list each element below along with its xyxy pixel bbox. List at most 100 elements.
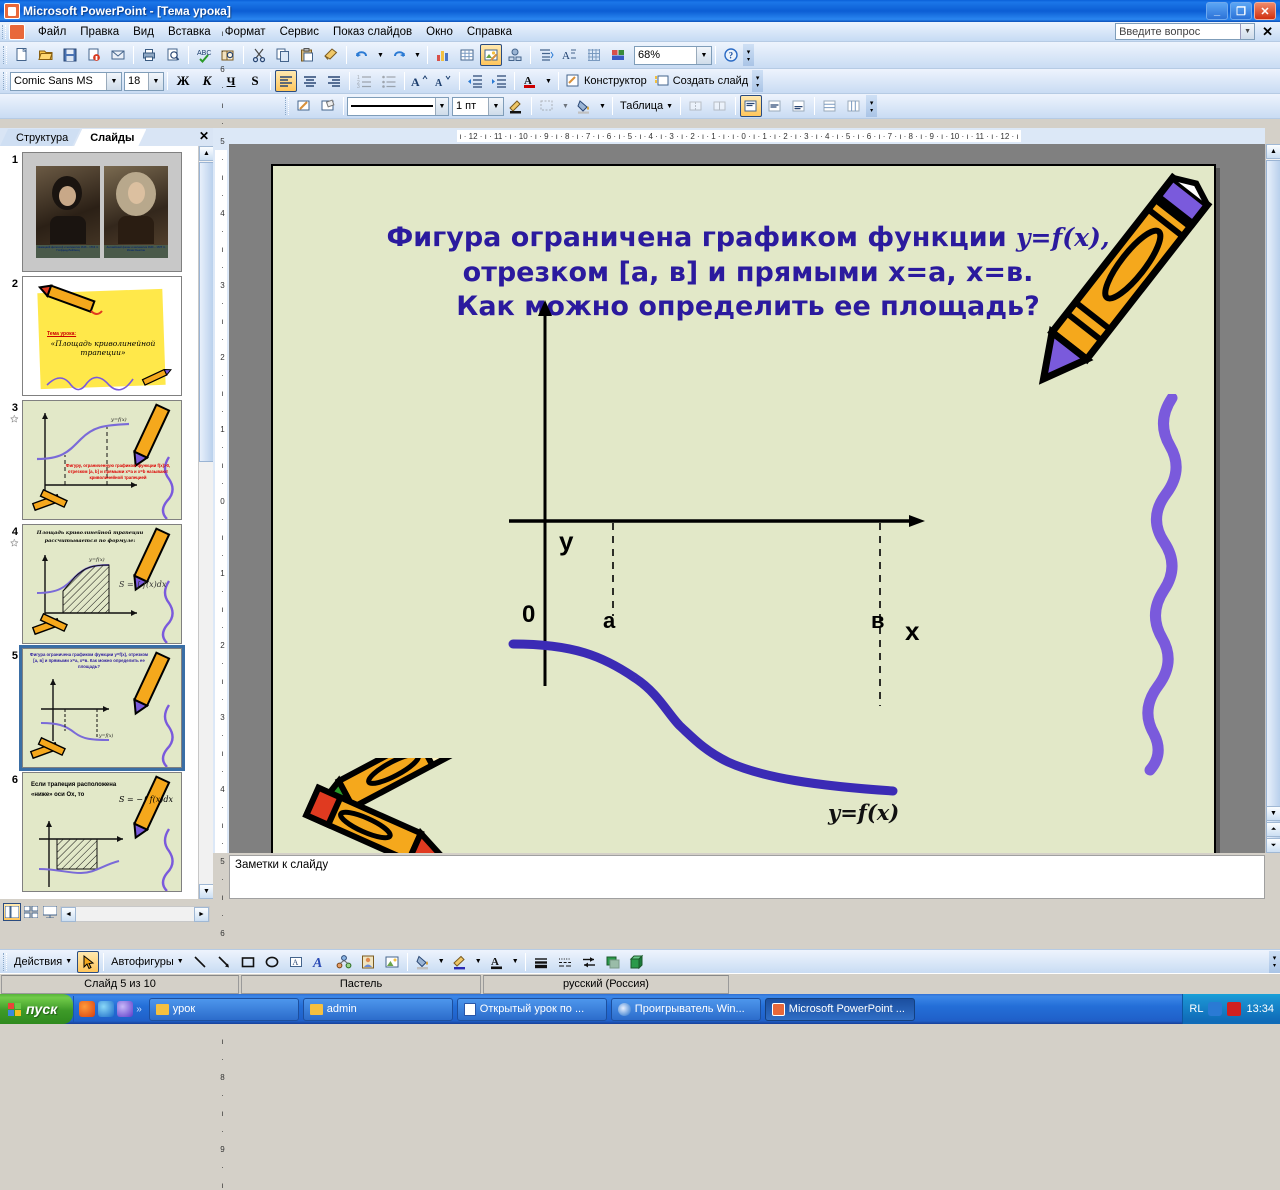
scroll-up-button[interactable]: ▲ xyxy=(199,146,214,161)
horizontal-ruler[interactable]: ı · 12 · ı · 11 · ı · 10 · ı · 9 · ı · 8… xyxy=(213,128,1265,144)
align-right-icon[interactable] xyxy=(323,70,345,92)
toolbar-grip[interactable] xyxy=(3,72,7,90)
border-color-icon[interactable] xyxy=(505,95,527,117)
list-item[interactable]: 6 Если трапеция расположена «ниже» оси О… xyxy=(0,768,213,892)
chevron-down-icon[interactable]: ▼ xyxy=(488,97,503,115)
grid-icon[interactable] xyxy=(583,44,605,66)
line-color-icon[interactable] xyxy=(449,951,471,973)
thumbnail-slide-2[interactable]: Тема урока: «Площадь криволинейной трапе… xyxy=(22,276,182,396)
slide-thumbnail-list[interactable]: 1 Немецкий философ и математик 1646 – 17… xyxy=(0,146,213,899)
autoshapes-menu-button[interactable]: Автофигуры ▼ xyxy=(107,956,188,968)
clipart-icon[interactable] xyxy=(357,951,379,973)
new-slide-button[interactable]: Создать слайд xyxy=(651,74,752,88)
list-item[interactable]: 5 Фигура ограничена графиком функции y=f… xyxy=(0,644,213,771)
scroll-up-button[interactable]: ▲ xyxy=(1266,144,1280,159)
menu-item-file[interactable]: Файл xyxy=(31,24,73,40)
decrease-indent-icon[interactable] xyxy=(464,70,486,92)
taskbar-item-powerpoint[interactable]: Microsoft PowerPoint ... xyxy=(764,997,915,1021)
align-bottom-icon[interactable] xyxy=(788,95,810,117)
scroll-down-button[interactable]: ▼ xyxy=(199,884,214,899)
borders-icon[interactable] xyxy=(536,95,558,117)
font-color-dropdown-icon[interactable]: ▼ xyxy=(510,951,521,973)
thumbnail-slide-1[interactable]: Немецкий философ и математик 1646 – 1716… xyxy=(22,152,182,272)
toolbar-options-button[interactable]: ▾ ▾ xyxy=(743,44,754,66)
spelling-icon[interactable]: ABC xyxy=(193,44,215,66)
text-shadow-button[interactable]: S xyxy=(244,70,266,92)
list-item[interactable]: 3 ✩ y=f(x) Фигуру, ограниченную графиком… xyxy=(0,396,213,520)
slides-pane-scrollbar[interactable]: ▲ ▼ xyxy=(198,146,214,899)
toolbar-options-button[interactable]: ▾ ▾ xyxy=(752,70,764,92)
list-item[interactable]: 1 Немецкий философ и математик 1646 – 17… xyxy=(0,146,213,272)
print-preview-icon[interactable] xyxy=(162,44,184,66)
close-button[interactable]: ✕ xyxy=(1254,2,1276,20)
toolbar-options-button[interactable]: ▾ ▾ xyxy=(1269,950,1280,973)
menu-item-edit[interactable]: Правка xyxy=(73,24,126,40)
menu-item-insert[interactable]: Вставка xyxy=(161,24,218,40)
undo-dropdown-icon[interactable]: ▼ xyxy=(375,44,386,66)
minimize-button[interactable]: _ xyxy=(1206,2,1228,20)
redo-dropdown-icon[interactable]: ▼ xyxy=(412,44,423,66)
fill-color-icon[interactable] xyxy=(412,951,434,973)
decrease-font-size-icon[interactable]: A xyxy=(433,70,455,92)
paste-icon[interactable] xyxy=(296,44,318,66)
font-size-combo[interactable]: 18 ▼ xyxy=(124,71,164,91)
outline-horizontal-scrollbar[interactable]: ◄ ► xyxy=(60,906,210,922)
thumbnail-slide-4[interactable]: Площадь криволинейной трапеции рассчитыв… xyxy=(22,524,182,644)
permission-icon[interactable] xyxy=(83,44,105,66)
expand-all-icon[interactable] xyxy=(535,44,557,66)
border-style-combo[interactable]: ▼ xyxy=(347,96,449,116)
draw-menu-button[interactable]: Действия ▼ xyxy=(10,956,76,968)
menu-item-help[interactable]: Справка xyxy=(460,24,519,40)
slide-sorter-view-button[interactable] xyxy=(22,903,40,921)
increase-font-size-icon[interactable]: A xyxy=(409,70,431,92)
browser-icon[interactable] xyxy=(79,1001,96,1017)
fill-color-icon[interactable] xyxy=(573,95,595,117)
fill-color-dropdown-icon[interactable]: ▼ xyxy=(436,951,447,973)
border-width-combo[interactable]: 1 пт ▼ xyxy=(452,96,504,116)
arrow-icon[interactable] xyxy=(213,951,235,973)
help-icon[interactable]: ? xyxy=(720,44,742,66)
menu-item-view[interactable]: Вид xyxy=(126,24,161,40)
3d-style-icon[interactable] xyxy=(626,951,648,973)
menu-grip[interactable] xyxy=(2,24,6,39)
chevron-down-icon[interactable]: ▼ xyxy=(435,97,448,115)
bold-button[interactable]: Ж xyxy=(172,70,194,92)
chevron-down-icon[interactable]: ▼ xyxy=(696,46,711,64)
font-color-icon[interactable]: A xyxy=(486,951,508,973)
merge-cells-icon[interactable] xyxy=(685,95,707,117)
scrollbar-thumb[interactable] xyxy=(1266,160,1280,850)
format-painter-icon[interactable] xyxy=(320,44,342,66)
taskbar-item-folder-urok[interactable]: урок xyxy=(148,997,299,1021)
wordart-icon[interactable]: A xyxy=(309,951,331,973)
kaspersky-icon[interactable] xyxy=(1227,1002,1242,1016)
menu-item-tools[interactable]: Сервис xyxy=(273,24,326,40)
save-icon[interactable] xyxy=(59,44,81,66)
toolbar-grip[interactable] xyxy=(285,97,289,115)
scrollbar-thumb[interactable] xyxy=(199,162,214,462)
ask-a-question-input[interactable]: Введите вопрос ▼ xyxy=(1115,23,1256,40)
list-item[interactable]: 4 ✩ Площадь криволинейной трапеции рассч… xyxy=(0,520,213,644)
vertical-ruler[interactable]: ı · 9 · ı · 8 · ı · 7 · ı · 6 · ı · 5 · … xyxy=(213,0,229,1190)
draw-table-icon[interactable] xyxy=(293,95,315,117)
previous-slide-button[interactable]: ⏶ xyxy=(1266,822,1280,837)
chart-icon[interactable] xyxy=(432,44,454,66)
new-icon[interactable] xyxy=(11,44,33,66)
shadow-style-icon[interactable] xyxy=(602,951,624,973)
fill-color-dropdown-icon[interactable]: ▼ xyxy=(597,95,608,117)
insert-diagram-icon[interactable] xyxy=(504,44,526,66)
toolbar-options-button[interactable]: ▾ ▾ xyxy=(866,95,878,117)
bulleted-list-icon[interactable] xyxy=(378,70,400,92)
restore-button[interactable]: ❐ xyxy=(1230,2,1252,20)
next-slide-button[interactable]: ⏷ xyxy=(1266,838,1280,853)
oval-icon[interactable] xyxy=(261,951,283,973)
toolbar-grip[interactable] xyxy=(3,46,7,64)
scroll-left-button[interactable]: ◄ xyxy=(61,907,76,922)
diagram-icon[interactable] xyxy=(333,951,355,973)
redo-icon[interactable] xyxy=(388,44,410,66)
font-color-icon[interactable]: A xyxy=(519,70,541,92)
align-left-icon[interactable] xyxy=(275,70,297,92)
undo-icon[interactable] xyxy=(351,44,373,66)
picture-icon[interactable] xyxy=(381,951,403,973)
tab-slides[interactable]: Слайды xyxy=(74,129,146,146)
table-icon[interactable] xyxy=(456,44,478,66)
